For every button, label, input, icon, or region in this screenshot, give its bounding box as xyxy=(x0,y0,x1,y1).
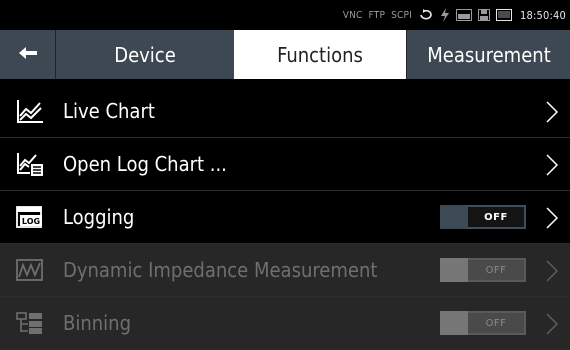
list-item-binning[interactable]: Binning OFF xyxy=(0,297,570,350)
toggle-knob xyxy=(440,311,468,335)
tab-bar: Device Functions Measurement xyxy=(0,30,570,79)
status-ftp: FTP xyxy=(368,9,386,21)
toggle-state: OFF xyxy=(468,260,524,280)
tab-functions[interactable]: Functions xyxy=(234,30,406,79)
list-item-label: Logging xyxy=(63,205,135,229)
status-bar: VNC FTP SCPI 18:50:40 xyxy=(0,0,570,30)
function-list: Live Chart Open Log Chart ... LOG Loggin… xyxy=(0,85,570,350)
toggle-state: OFF xyxy=(468,207,524,227)
lightning-icon xyxy=(440,8,450,22)
list-item-label: Open Log Chart ... xyxy=(63,152,227,176)
chevron-right-icon xyxy=(545,260,559,282)
tab-measurement[interactable]: Measurement xyxy=(406,30,570,79)
arrow-left-icon xyxy=(18,45,38,64)
back-button[interactable] xyxy=(0,30,56,79)
list-item-dynamic-impedance[interactable]: Dynamic Impedance Measurement OFF xyxy=(0,244,570,297)
list-item-label: Dynamic Impedance Measurement xyxy=(63,258,378,282)
screen-icon xyxy=(495,9,512,21)
list-item-live-chart[interactable]: Live Chart xyxy=(0,85,570,138)
binning-toggle[interactable]: OFF xyxy=(440,311,526,335)
line-chart-icon xyxy=(16,98,44,124)
clock: 18:50:40 xyxy=(519,8,566,22)
log-icon xyxy=(455,9,472,21)
tab-device[interactable]: Device xyxy=(56,30,234,79)
sync-icon xyxy=(418,9,434,21)
list-item-label: Binning xyxy=(63,311,131,335)
toggle-knob xyxy=(440,205,468,229)
chevron-right-icon xyxy=(545,207,559,229)
log-icon: LOG xyxy=(16,204,44,230)
list-item-label: Live Chart xyxy=(63,99,155,123)
status-indicators: VNC FTP SCPI 18:50:40 xyxy=(343,0,566,30)
binning-icon xyxy=(16,310,44,336)
open-log-chart-icon xyxy=(16,151,44,177)
logging-toggle[interactable]: OFF xyxy=(440,205,526,229)
save-icon xyxy=(477,9,490,21)
toggle-state: OFF xyxy=(468,313,524,333)
impedance-toggle[interactable]: OFF xyxy=(440,258,526,282)
list-item-open-log-chart[interactable]: Open Log Chart ... xyxy=(0,138,570,191)
status-vnc: VNC xyxy=(342,9,363,21)
toggle-knob xyxy=(440,258,468,282)
chevron-right-icon xyxy=(545,101,559,123)
status-scpi: SCPI xyxy=(391,9,412,21)
chevron-right-icon xyxy=(545,154,559,176)
svg-text:LOG: LOG xyxy=(22,217,40,226)
chevron-right-icon xyxy=(545,313,559,335)
impedance-icon xyxy=(16,257,44,283)
list-item-logging[interactable]: LOG Logging OFF xyxy=(0,191,570,244)
